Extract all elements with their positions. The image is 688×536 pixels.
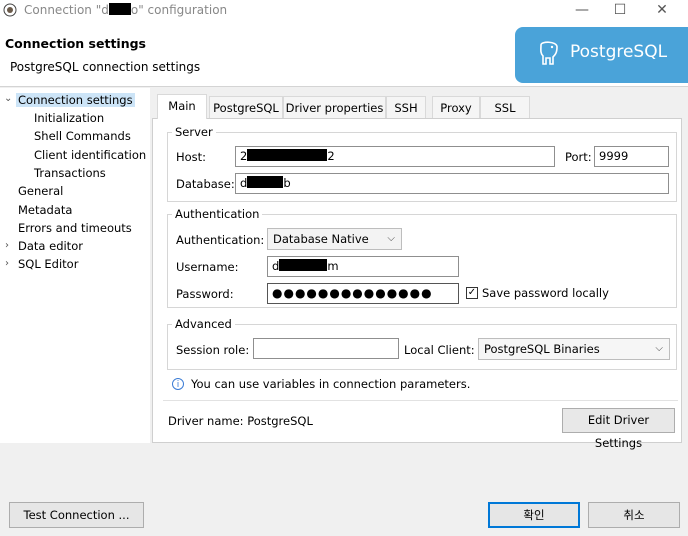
tab-main[interactable]: Main: [157, 94, 207, 119]
test-connection-button[interactable]: Test Connection ...: [9, 502, 144, 528]
tree-item-initialization[interactable]: Initialization: [34, 111, 104, 125]
port-input[interactable]: 9999: [594, 146, 669, 167]
tree-item-client-identification[interactable]: Client identification: [34, 148, 146, 162]
chevron-down-icon: ⌵: [655, 343, 663, 354]
maximize-button[interactable]: ☐: [598, 0, 642, 22]
window-title: Connection "d o" configuration: [24, 3, 228, 17]
driver-divider: [163, 400, 678, 401]
local-client-label: Local Client:: [404, 343, 475, 357]
tree-item-general[interactable]: General: [18, 184, 63, 198]
authentication-label: Authentication:: [176, 233, 265, 247]
host-input[interactable]: 22: [235, 146, 555, 167]
session-role-label: Session role:: [176, 343, 250, 357]
close-button[interactable]: ✕: [640, 0, 684, 22]
header-divider: [0, 86, 688, 87]
host-label: Host:: [176, 150, 207, 164]
local-client-select[interactable]: PostgreSQL Binaries ⌵: [478, 338, 670, 360]
tab-postgresql[interactable]: PostgreSQL: [209, 96, 283, 118]
password-label: Password:: [176, 287, 234, 301]
redaction: [247, 176, 284, 188]
database-label: Database:: [176, 177, 235, 191]
tree-item-sql-editor[interactable]: SQL Editor: [18, 257, 78, 271]
chevron-down-icon: ⌵: [387, 233, 395, 244]
authentication-select[interactable]: Database Native ⌵: [267, 228, 402, 250]
advanced-group-label: Advanced: [172, 317, 235, 331]
redaction: [247, 149, 328, 161]
tree-item-transactions[interactable]: Transactions: [34, 166, 106, 180]
save-password-checkbox[interactable]: ✓: [466, 287, 478, 299]
save-password-label: Save password locally: [482, 286, 609, 300]
chevron-right-icon[interactable]: ›: [5, 240, 9, 251]
port-label: Port:: [565, 150, 592, 164]
brand-label: PostgreSQL: [570, 42, 668, 62]
tab-ssl[interactable]: SSL: [480, 96, 530, 118]
driver-name-value: PostgreSQL: [247, 414, 313, 428]
chevron-right-icon[interactable]: ›: [5, 258, 9, 269]
variables-info-text: You can use variables in connection para…: [191, 377, 471, 391]
redaction: [108, 3, 131, 15]
tab-ssh[interactable]: SSH: [386, 96, 426, 118]
ok-button[interactable]: 확인: [488, 502, 580, 528]
dbeaver-app-icon: [3, 3, 17, 17]
elephant-icon: [540, 41, 558, 65]
username-label: Username:: [176, 260, 239, 274]
tree-item-errors-and-timeouts[interactable]: Errors and timeouts: [18, 221, 132, 235]
edit-driver-settings-button[interactable]: Edit Driver Settings: [562, 408, 675, 450]
session-role-input[interactable]: [253, 338, 399, 359]
database-input[interactable]: db: [235, 173, 669, 194]
password-input[interactable]: ●●●●●●●●●●●●●●: [267, 283, 459, 304]
cancel-button[interactable]: 취소: [588, 502, 680, 528]
authentication-group-label: Authentication: [172, 207, 263, 221]
page-subtitle: PostgreSQL connection settings: [10, 60, 201, 74]
tree-item-connection-settings[interactable]: Connection settings: [16, 93, 135, 107]
server-group-label: Server: [172, 125, 216, 139]
info-icon: i: [172, 378, 184, 390]
driver-name-label: Driver name: PostgreSQL: [168, 414, 313, 428]
tree-item-data-editor[interactable]: Data editor: [18, 239, 83, 253]
username-input[interactable]: dm: [267, 256, 459, 277]
tree-item-shell-commands[interactable]: Shell Commands: [34, 129, 131, 143]
chevron-down-icon[interactable]: ⌄: [4, 93, 12, 104]
tree-item-metadata[interactable]: Metadata: [18, 203, 72, 217]
page-title: Connection settings: [5, 36, 146, 51]
redaction: [279, 259, 328, 271]
tab-driver-properties[interactable]: Driver properties: [283, 96, 386, 118]
tab-proxy[interactable]: Proxy: [432, 96, 480, 118]
